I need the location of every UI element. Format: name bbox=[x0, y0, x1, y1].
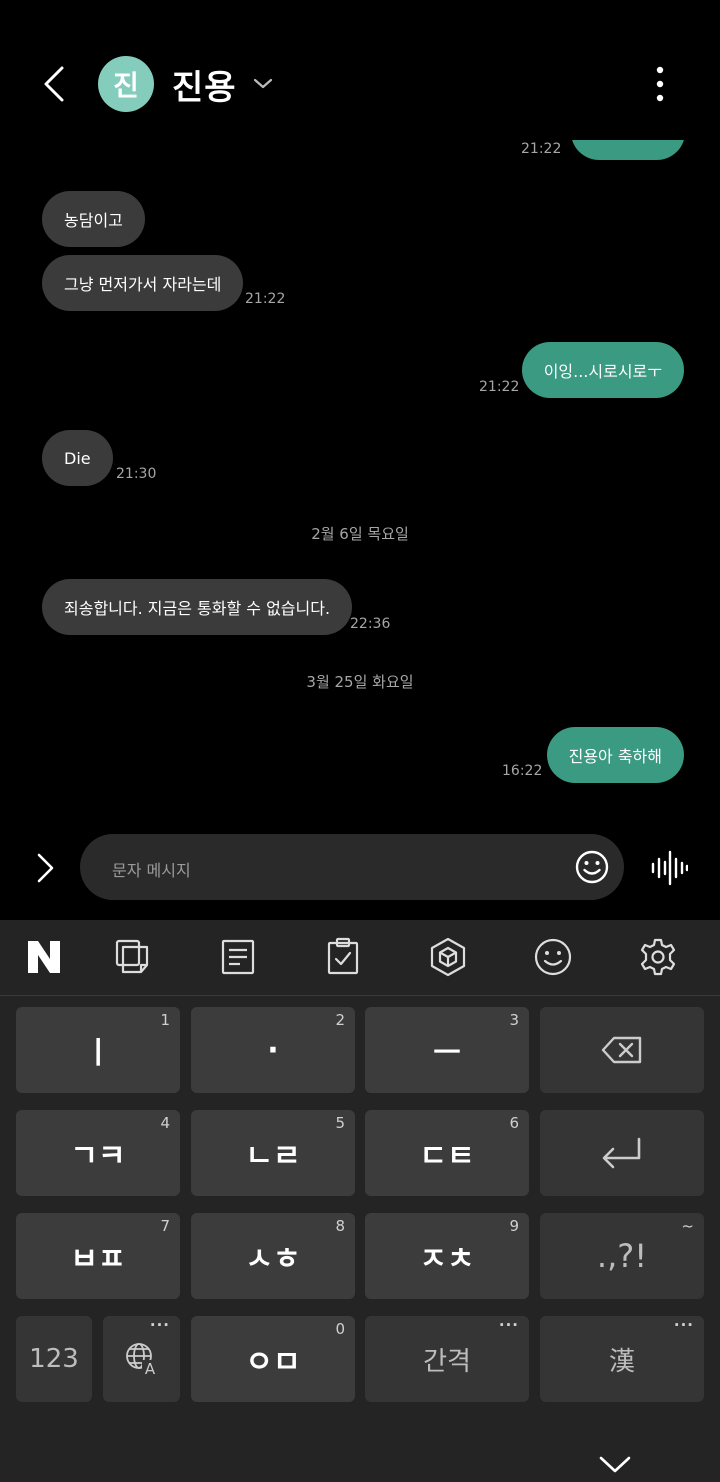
backspace-icon bbox=[601, 1036, 642, 1064]
emoji-button[interactable] bbox=[574, 849, 610, 885]
message-time: 21:22 bbox=[479, 379, 520, 395]
key-ㄷㅌ[interactable]: ㄷㅌ 6 bbox=[365, 1110, 529, 1196]
voice-waveform-icon bbox=[651, 850, 689, 886]
key-ㅂㅍ[interactable]: ㅂㅍ 7 bbox=[16, 1213, 180, 1299]
back-button[interactable] bbox=[38, 62, 78, 106]
language-key[interactable]: A ··· bbox=[103, 1316, 180, 1402]
message-time: 16:22 bbox=[502, 763, 543, 779]
cube-icon bbox=[430, 937, 466, 977]
key-ㄱㅋ[interactable]: ㄱㅋ 4 bbox=[16, 1110, 180, 1196]
key-ㅇㅁ[interactable]: ㅇㅁ 0 bbox=[191, 1316, 355, 1402]
more-options-dots: ··· bbox=[498, 1316, 519, 1334]
contact-dropdown-button[interactable] bbox=[250, 72, 276, 94]
message-bubble-outgoing[interactable]: 진용아 축하해 bbox=[546, 727, 684, 783]
message-time: 22:36 bbox=[350, 616, 391, 632]
svg-text:A: A bbox=[144, 1360, 155, 1377]
punctuation-key[interactable]: .,?! ~ bbox=[540, 1213, 704, 1299]
checklist-button[interactable] bbox=[323, 937, 363, 977]
message-bubble-incoming[interactable]: 농담이고 bbox=[42, 191, 145, 247]
hanja-key[interactable]: 漢 ··· bbox=[540, 1316, 704, 1402]
keyboard-emoji-button[interactable] bbox=[533, 937, 573, 977]
message-input-placeholder: 문자 메시지 bbox=[112, 861, 191, 880]
key-ㄴㄹ[interactable]: ㄴㄹ 5 bbox=[191, 1110, 355, 1196]
message-time: 21:22 bbox=[245, 291, 286, 307]
message-bubble-outgoing[interactable]: 이잉...시로시로ㅜ bbox=[521, 342, 684, 398]
key-ㅅㅎ[interactable]: ㅅㅎ 8 bbox=[191, 1213, 355, 1299]
chevron-down-icon bbox=[599, 1456, 631, 1473]
keyboard-settings-button[interactable] bbox=[638, 937, 678, 977]
hide-keyboard-button[interactable] bbox=[598, 1452, 632, 1476]
date-separator: 3월 25일 화요일 bbox=[306, 673, 414, 691]
space-key[interactable]: 간격 ··· bbox=[365, 1316, 529, 1402]
message-list[interactable]: 21:22 농담이고 그냥 먼저가서 자라는데 21:22 이잉...시로시로ㅜ… bbox=[0, 140, 720, 820]
enter-icon bbox=[602, 1137, 641, 1169]
notes-icon bbox=[221, 939, 255, 975]
more-vertical-icon bbox=[656, 66, 664, 102]
naver-logo-icon bbox=[28, 941, 60, 973]
notes-button[interactable] bbox=[218, 937, 258, 977]
backspace-key[interactable] bbox=[540, 1007, 704, 1093]
chevron-down-icon bbox=[253, 78, 273, 89]
more-options-button[interactable] bbox=[640, 64, 680, 104]
settings-icon bbox=[640, 938, 676, 976]
keyboard-toolbar-divider bbox=[0, 995, 720, 996]
clipboard-icon bbox=[115, 939, 149, 974]
naver-logo-button[interactable] bbox=[24, 937, 64, 977]
key-ㅈㅊ[interactable]: ㅈㅊ 9 bbox=[365, 1213, 529, 1299]
message-bubble-incoming[interactable]: 죄송합니다. 지금은 통화할 수 없습니다. bbox=[42, 579, 353, 635]
message-bubble-incoming[interactable]: Die bbox=[42, 430, 113, 486]
date-separator: 2월 6일 목요일 bbox=[311, 525, 409, 543]
more-options-dots: ··· bbox=[673, 1316, 694, 1334]
message-bubble-outgoing[interactable] bbox=[571, 140, 685, 160]
chevron-right-icon bbox=[37, 853, 54, 883]
enter-key[interactable] bbox=[540, 1110, 704, 1196]
language-icon: A bbox=[125, 1343, 158, 1377]
expand-attachments-button[interactable] bbox=[30, 852, 60, 884]
voice-input-button[interactable] bbox=[650, 850, 689, 886]
checklist-icon bbox=[327, 937, 359, 975]
key-ㅣ[interactable]: ㅣ 1 bbox=[16, 1007, 180, 1093]
clipboard-button[interactable] bbox=[113, 937, 153, 977]
message-bubble-incoming[interactable]: 그냥 먼저가서 자라는데 bbox=[42, 255, 244, 311]
key-dot[interactable]: · 2 bbox=[191, 1007, 355, 1093]
3d-emoji-button[interactable] bbox=[428, 937, 468, 977]
contact-name[interactable]: 진용 bbox=[172, 60, 237, 109]
numbers-key[interactable]: 123 bbox=[16, 1316, 92, 1402]
key-ㅡ[interactable]: ㅡ 3 bbox=[365, 1007, 529, 1093]
message-time: 21:22 bbox=[521, 141, 562, 157]
back-arrow-icon bbox=[44, 66, 64, 102]
contact-avatar[interactable]: 진 bbox=[98, 56, 154, 112]
message-time: 21:30 bbox=[116, 466, 157, 482]
more-options-dots: ··· bbox=[149, 1316, 170, 1334]
emoji-icon bbox=[575, 850, 609, 884]
emoji-icon bbox=[534, 938, 572, 976]
